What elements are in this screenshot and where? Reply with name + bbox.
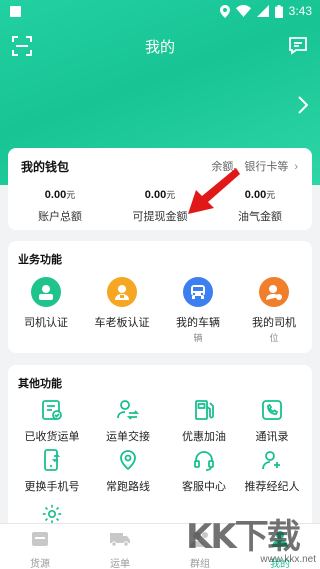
business-card: 业务功能 司机认证 车老板认证 我的车辆 辆 我的司机 位 xyxy=(8,241,312,353)
driver-id-icon xyxy=(31,277,61,307)
received-orders[interactable]: 已收货运单 xyxy=(14,397,90,444)
owner-id-icon xyxy=(107,277,137,307)
status-time: 3:43 xyxy=(288,4,312,18)
top-bar: 我的 xyxy=(0,24,320,66)
chevron-right-icon[interactable] xyxy=(298,96,309,119)
discount-fuel[interactable]: 优惠加油 xyxy=(166,397,242,444)
business-label: 司机认证 xyxy=(24,317,68,329)
wallet-total[interactable]: 0.00元 账户总额 xyxy=(10,188,110,224)
business-label: 我的司机 xyxy=(252,317,296,329)
battery-icon xyxy=(274,4,283,18)
my-driver-icon xyxy=(259,277,289,307)
wallet-unit: 元 xyxy=(166,190,176,200)
chevron-right-icon: › xyxy=(294,161,298,173)
wallet-value: 0.00 xyxy=(244,189,267,201)
change-phone[interactable]: 更换手机号 xyxy=(14,447,90,494)
route-icon xyxy=(115,447,141,473)
wallet-value: 0.00 xyxy=(144,189,167,201)
business-title: 业务功能 xyxy=(18,254,62,266)
fuel-icon xyxy=(191,397,217,423)
business-sub: 辆 xyxy=(193,333,203,343)
signal-icon xyxy=(256,5,269,17)
wifi-icon xyxy=(235,5,251,17)
business-label: 我的车辆 xyxy=(176,317,220,329)
annotation-arrow-icon xyxy=(188,168,240,214)
wallet-label: 账户总额 xyxy=(38,211,82,223)
business-label: 车老板认证 xyxy=(94,317,150,329)
my-vehicles[interactable]: 我的车辆 辆 xyxy=(160,277,236,344)
wallet-unit: 元 xyxy=(66,190,76,200)
recommend-icon xyxy=(259,447,285,473)
truck-icon xyxy=(110,533,130,547)
frequent-routes[interactable]: 常跑路线 xyxy=(90,447,166,494)
order-handover[interactable]: 运单交接 xyxy=(90,397,166,444)
other-label: 优惠加油 xyxy=(182,431,226,443)
wallet-card[interactable]: 我的钱包 余额、银行卡等 › 0.00元 账户总额 0.00元 可提现金额 0.0… xyxy=(8,148,312,230)
watermark: KK下载 www.kkx.net xyxy=(186,509,316,565)
other-label: 通讯录 xyxy=(255,431,289,443)
wallet-title: 我的钱包 xyxy=(21,160,70,174)
message-icon[interactable] xyxy=(288,36,308,61)
watermark-brand: KK下载 xyxy=(186,517,301,557)
contacts-icon xyxy=(259,397,285,423)
owner-certification[interactable]: 车老板认证 xyxy=(84,277,160,330)
tab-label: 货源 xyxy=(30,559,50,569)
my-drivers[interactable]: 我的司机 位 xyxy=(236,277,312,344)
location-icon xyxy=(219,4,230,18)
wallet-unit: 元 xyxy=(266,190,276,200)
business-sub: 位 xyxy=(269,333,279,343)
customer-service[interactable]: 客服中心 xyxy=(166,447,242,494)
change-phone-icon xyxy=(39,447,65,473)
wallet-value: 0.00 xyxy=(44,189,67,201)
notification-icon xyxy=(10,6,21,17)
handover-icon xyxy=(115,397,141,423)
headset-icon xyxy=(191,447,217,473)
other-label: 已收货运单 xyxy=(24,431,80,443)
other-label: 更换手机号 xyxy=(24,481,80,493)
status-bar: 3:43 xyxy=(0,0,320,24)
page-title: 我的 xyxy=(144,39,175,56)
other-label: 常跑路线 xyxy=(106,481,150,493)
watermark-url: www.kkx.net xyxy=(260,554,316,565)
other-label: 推荐经纪人 xyxy=(244,481,300,493)
tab-label: 运单 xyxy=(110,559,130,569)
tab-orders[interactable]: 运单 xyxy=(80,530,160,569)
cargo-icon xyxy=(32,532,48,546)
contacts[interactable]: 通讯录 xyxy=(234,397,310,444)
recommend-broker[interactable]: 推荐经纪人 xyxy=(234,447,310,494)
driver-certification[interactable]: 司机认证 xyxy=(8,277,84,330)
other-title: 其他功能 xyxy=(18,378,62,390)
other-label: 运单交接 xyxy=(106,431,150,443)
other-label: 客服中心 xyxy=(182,481,226,493)
tab-cargo[interactable]: 货源 xyxy=(0,530,80,569)
received-order-icon xyxy=(39,397,65,423)
vehicle-icon xyxy=(183,277,213,307)
